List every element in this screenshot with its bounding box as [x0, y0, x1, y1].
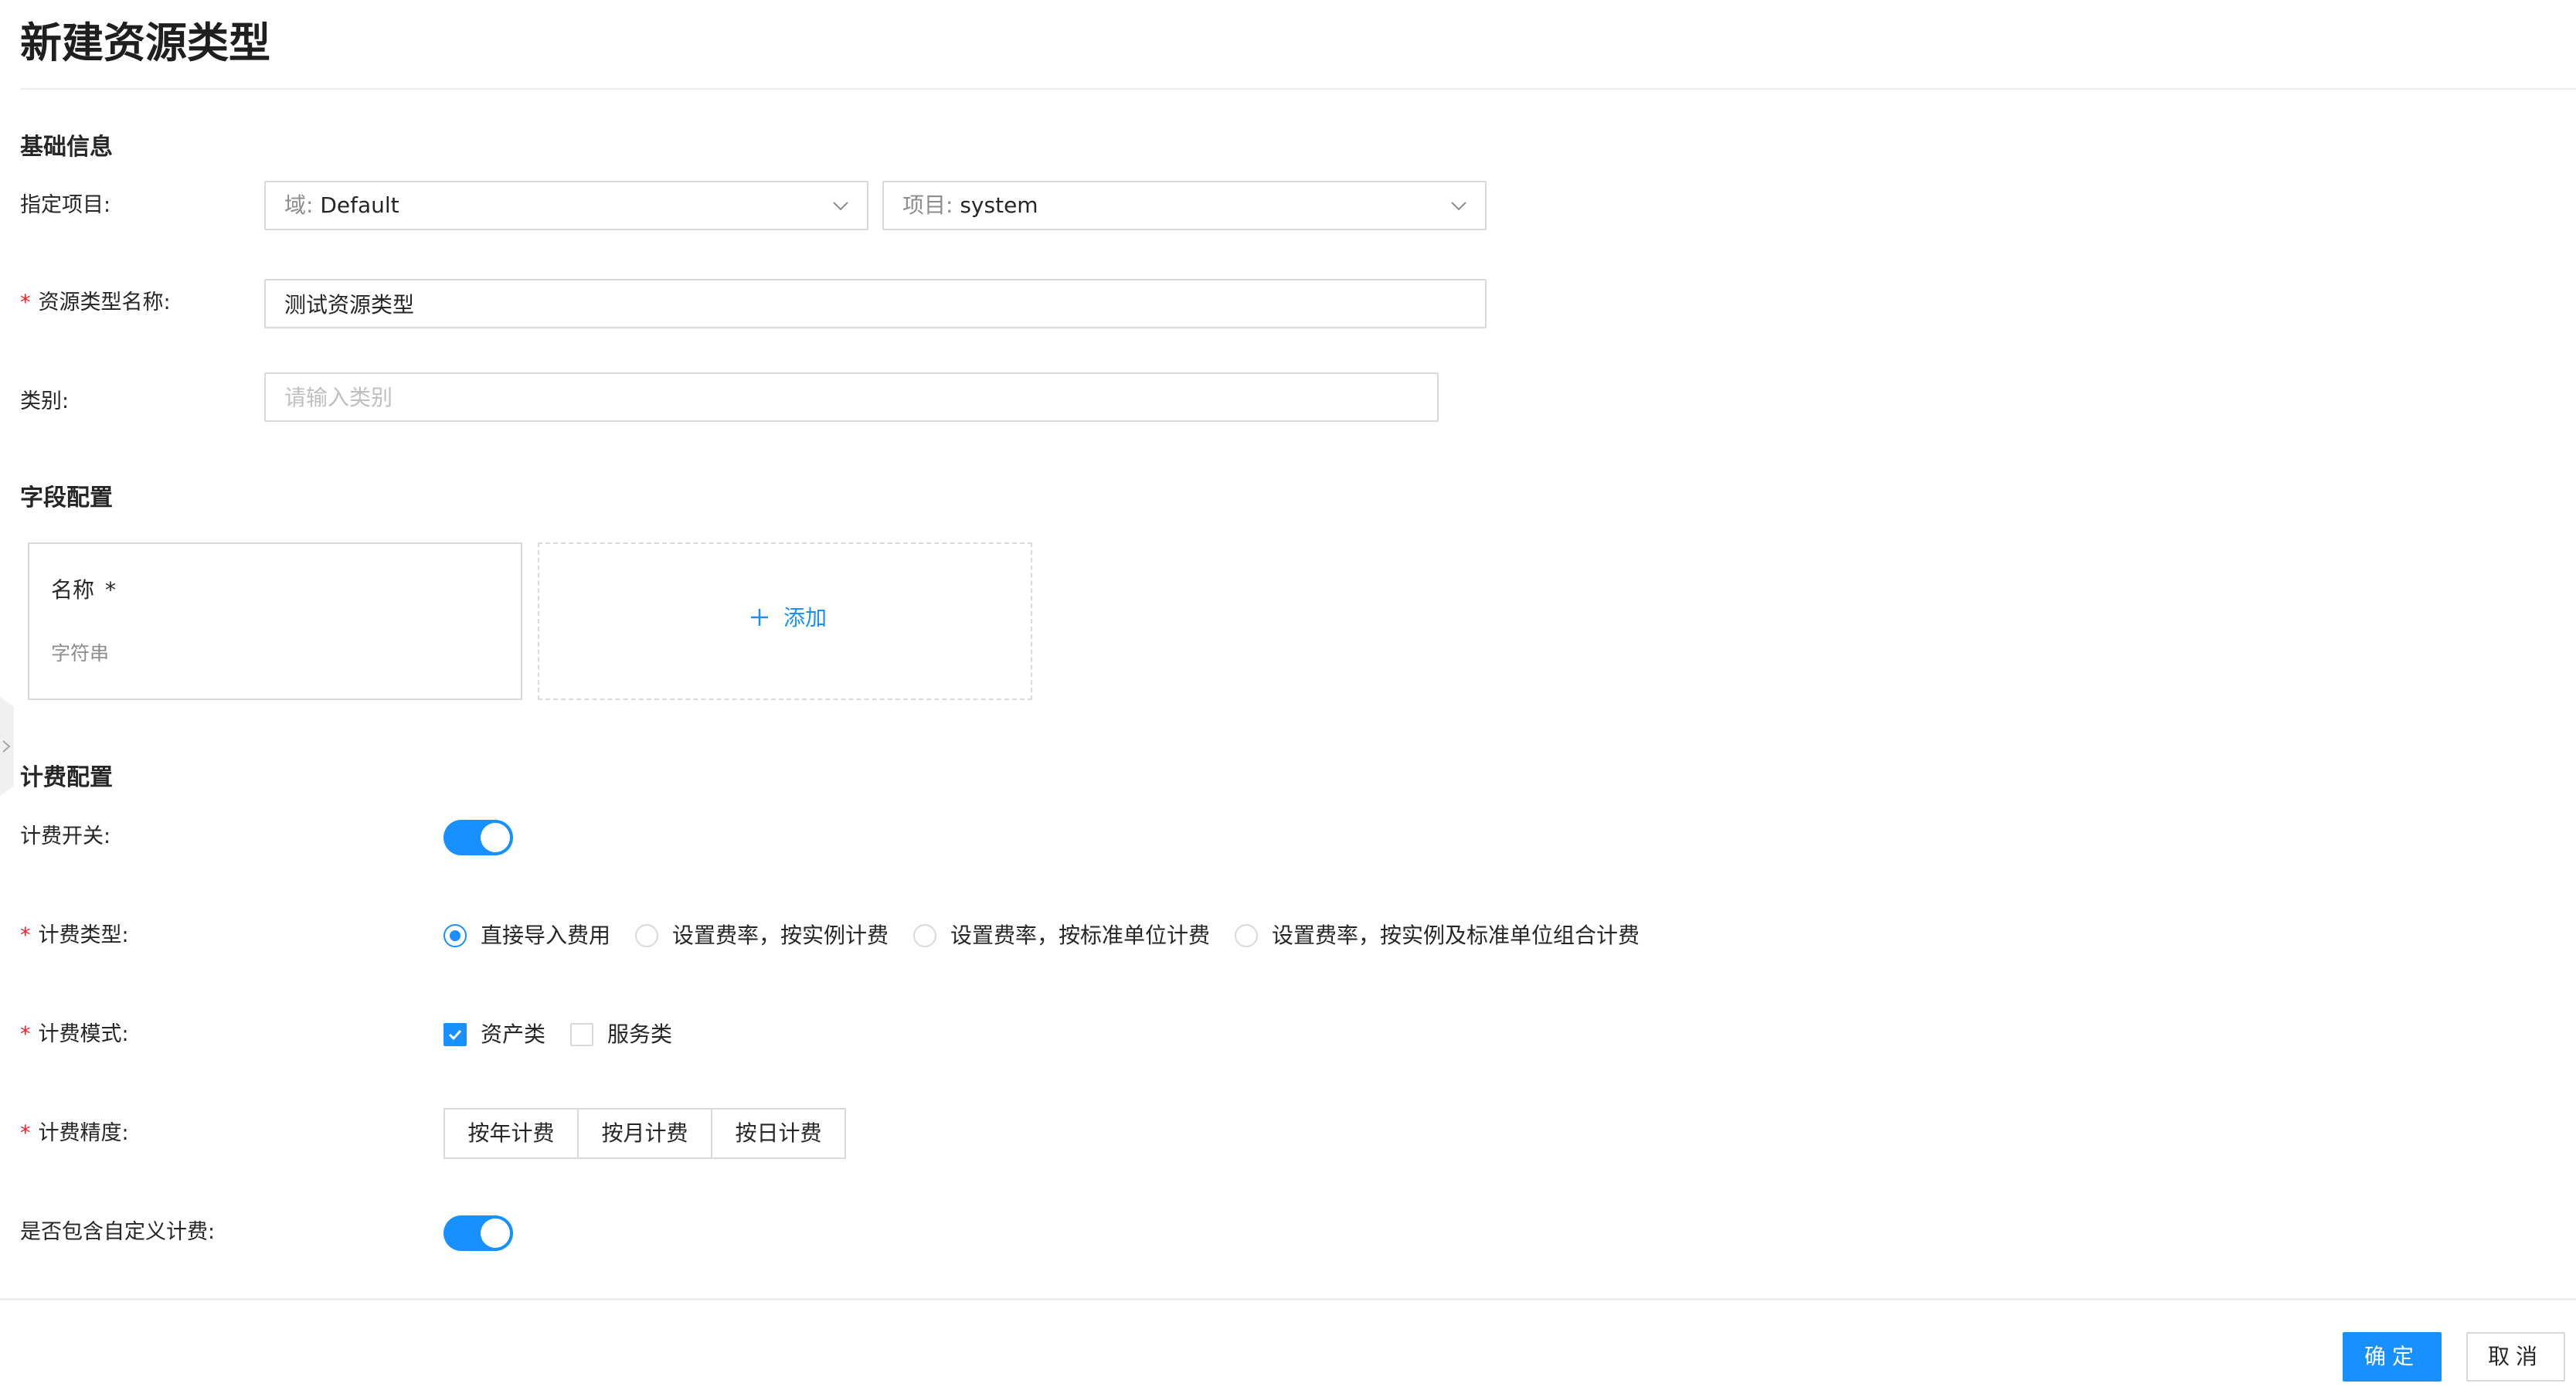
custom-billing-switch[interactable] [443, 1215, 513, 1251]
page-title: 新建资源类型 [20, 19, 270, 67]
required-mark: * [20, 291, 31, 314]
project-select[interactable]: 项目: system [882, 181, 1487, 230]
side-collapse-handle[interactable] [0, 697, 14, 796]
domain-select-value: Default [320, 192, 399, 218]
footer-divider [0, 1298, 2576, 1300]
checkbox [570, 1023, 593, 1046]
domain-select-prefix: 域: [284, 192, 314, 218]
billing-switch-label: 计费开关: [20, 824, 111, 848]
billing-mode-option-label: 服务类 [607, 1021, 673, 1047]
required-mark: * [20, 923, 31, 947]
section-title-fields: 字段配置 [20, 484, 113, 512]
billing-type-label-text: 计费类型: [38, 923, 129, 947]
billing-precision-label-text: 计费精度: [38, 1121, 129, 1145]
precision-monthly-button[interactable]: 按月计费 [577, 1108, 712, 1159]
custom-billing-label: 是否包含自定义计费: [20, 1220, 216, 1244]
field-card[interactable]: 名称 * 字符串 [28, 542, 522, 700]
billing-type-option-label: 直接导入费用 [481, 923, 611, 948]
field-card-name: 名称 * [51, 573, 116, 604]
required-mark: * [20, 1022, 31, 1046]
title-divider [20, 88, 2576, 90]
project-select-prefix: 项目: [902, 192, 953, 218]
confirm-button[interactable]: 确定 [2343, 1332, 2442, 1382]
billing-type-label: * 计费类型: [20, 920, 129, 951]
chevron-down-icon [833, 202, 848, 211]
radio-circle [1235, 924, 1258, 947]
field-card-type: 字符串 [51, 642, 110, 665]
resource-type-name-input[interactable] [266, 280, 1485, 327]
category-input[interactable] [266, 374, 1437, 420]
category-field[interactable] [264, 372, 1439, 422]
domain-select[interactable]: 域: Default [264, 181, 868, 230]
cancel-button[interactable]: 取消 [2466, 1332, 2565, 1382]
billing-switch[interactable] [443, 820, 513, 855]
field-card-required-mark: * [105, 577, 117, 603]
field-card-name-text: 名称 [51, 577, 95, 603]
radio-circle-checked [443, 924, 467, 947]
resource-type-name-field[interactable] [264, 279, 1487, 328]
project-select-value: system [960, 192, 1038, 218]
chevron-down-icon [1451, 202, 1466, 211]
checkbox-checked [443, 1023, 467, 1046]
radio-circle [913, 924, 936, 947]
billing-type-option-label: 设置费率，按实例及标准单位组合计费 [1272, 923, 1640, 948]
precision-yearly-button[interactable]: 按年计费 [443, 1108, 579, 1159]
add-field-label: 添加 [783, 605, 828, 631]
billing-precision-label: * 计费精度: [20, 1118, 129, 1149]
billing-mode-option-label: 资产类 [481, 1021, 546, 1047]
precision-daily-button[interactable]: 按日计费 [711, 1108, 846, 1159]
resource-type-name-label-text: 资源类型名称: [38, 291, 171, 314]
billing-type-option-label: 设置费率，按实例计费 [672, 923, 889, 948]
plus-icon [751, 609, 768, 626]
section-title-basic: 基础信息 [20, 134, 113, 161]
required-mark: * [20, 1121, 31, 1145]
resource-type-name-label: * 资源类型名称: [20, 287, 171, 318]
check-icon [448, 1029, 462, 1041]
radio-circle [635, 924, 658, 947]
add-field-button[interactable]: 添加 [538, 542, 1032, 700]
category-label: 类别: [20, 389, 70, 413]
billing-mode-label-text: 计费模式: [38, 1022, 129, 1046]
billing-precision-group: 按年计费 按月计费 按日计费 [443, 1108, 846, 1159]
section-title-billing: 计费配置 [20, 764, 113, 791]
switch-knob [481, 1219, 510, 1248]
switch-knob [481, 823, 510, 852]
project-select-text: 项目: system [902, 182, 1038, 229]
billing-mode-label: * 计费模式: [20, 1019, 129, 1050]
chevron-right-icon [2, 740, 11, 753]
billing-type-option-label: 设置费率，按标准单位计费 [950, 923, 1211, 948]
domain-select-text: 域: Default [284, 182, 399, 229]
project-label: 指定项目: [20, 193, 111, 217]
